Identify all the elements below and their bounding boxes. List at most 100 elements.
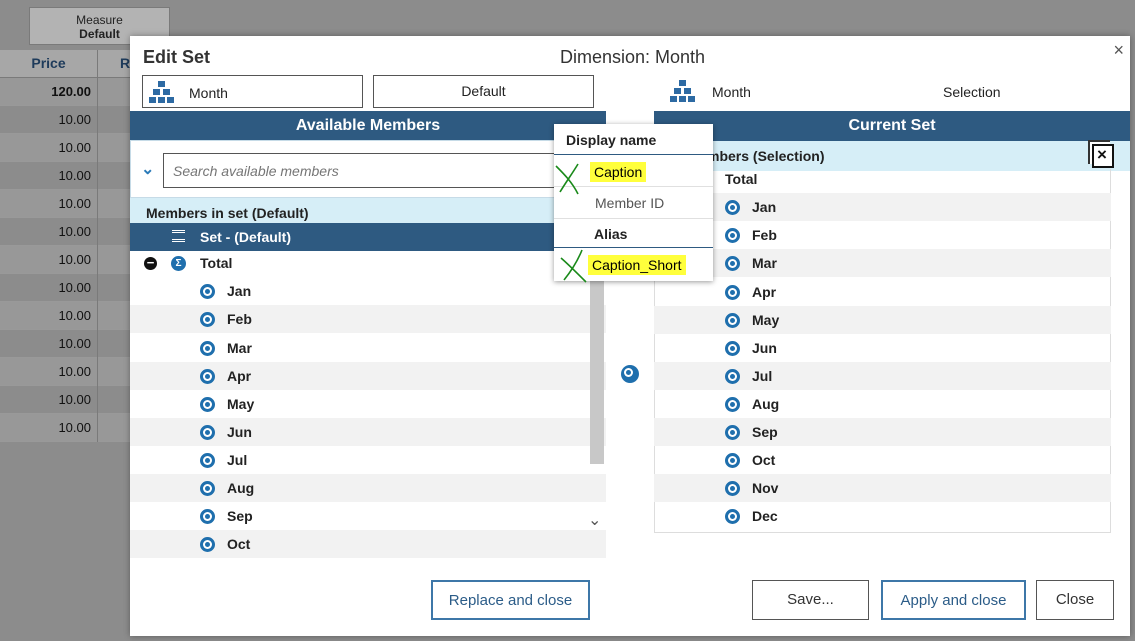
search-input[interactable] [163,153,563,188]
member-label: Jun [752,340,777,356]
member-label: Oct [227,536,251,552]
member-bullet-icon [200,284,215,299]
hierarchy-icon [149,81,175,103]
grid-cell[interactable]: 10.00 [0,106,98,134]
member-bullet-icon [200,481,215,496]
chevron-down-icon[interactable]: ⌄ [141,159,154,179]
member-label: Nov [752,480,779,496]
collapse-icon[interactable]: − [144,256,157,270]
available-members-header: Available Members [130,111,606,141]
selection-mode-label: Selection [943,84,1001,100]
list-item[interactable]: Aug [130,474,606,502]
member-label: Feb [752,227,777,243]
measure-value: Default [79,27,120,41]
member-label: Sep [752,424,778,440]
caption-short-label: Caption_Short [588,255,686,275]
grid-cell[interactable]: 10.00 [0,218,98,246]
grid-cell[interactable]: 10.00 [0,330,98,358]
list-item[interactable]: May [654,306,1111,334]
list-item[interactable]: Feb [130,305,606,333]
member-label: Aug [227,480,255,496]
member-bullet-icon [725,313,740,328]
grid-cell[interactable]: 10.00 [0,358,98,386]
right-hierarchy-label: Month [712,84,751,100]
display-name-header: Display name [554,125,713,155]
hierarchy-label: Month [189,85,228,101]
list-item[interactable]: May [130,390,606,418]
member-label: Dec [752,508,778,524]
dimension-label: Dimension: Month [560,47,706,67]
member-label: Jan [752,199,777,215]
member-bullet-icon [725,453,740,468]
sum-icon: Σ [171,256,186,271]
close-icon[interactable]: × [1113,40,1124,61]
member-bullet-icon [725,341,740,356]
member-label: May [752,312,780,328]
grid-cell[interactable]: 120.00 [0,78,98,106]
grid-cell[interactable]: 10.00 [0,274,98,302]
list-item[interactable]: Apr [654,278,1111,306]
member-label: May [227,396,255,412]
set-label: Set - (Default) [200,229,291,245]
list-item[interactable]: Apr [130,362,606,390]
check-mark-icon [560,249,587,283]
member-bullet-icon [725,369,740,384]
view-selector[interactable]: Default [373,75,594,108]
replace-and-close-button[interactable]: Replace and close [431,580,590,620]
list-item[interactable]: Jul [130,446,606,474]
set-row[interactable]: Set - (Default) [130,223,606,251]
list-item[interactable]: Jan [130,277,606,305]
measure-label: Measure [76,13,123,27]
grid-cell[interactable]: 10.00 [0,190,98,218]
list-item[interactable]: Jun [130,418,606,446]
list-item[interactable]: Jun [654,334,1111,362]
member-bullet-icon [200,425,215,440]
member-label: Mar [227,340,252,356]
list-item[interactable]: Dec [654,502,1111,530]
apply-and-close-button[interactable]: Apply and close [881,580,1026,620]
member-label: Jul [752,368,773,384]
alias-header: Alias [554,218,713,248]
list-item[interactable]: Sep [130,502,606,530]
member-bullet-icon [725,228,740,243]
grid-cell[interactable]: 10.00 [0,386,98,414]
check-mark-icon [555,163,579,195]
member-bullet-icon [725,256,740,271]
member-bullet-icon [200,341,215,356]
member-bullet-icon [725,509,740,524]
member-label: Apr [752,284,777,300]
list-item[interactable]: Feb [654,221,1111,249]
total-label: Total [725,171,758,187]
member-bullet-icon [200,312,215,327]
member-bullet-icon [725,481,740,496]
r-column-header[interactable]: R [100,50,130,76]
total-label: Total [200,255,233,271]
total-row[interactable]: Total [654,165,1111,193]
grid-cell[interactable]: 10.00 [0,246,98,274]
list-item[interactable]: Jan [654,193,1111,221]
save-button[interactable]: Save... [752,580,869,620]
scrollbar[interactable] [590,280,604,464]
member-label: Sep [227,508,253,524]
grid-cell[interactable]: 10.00 [0,134,98,162]
close-button[interactable]: Close [1036,580,1114,620]
list-item[interactable]: Nov [654,474,1111,502]
list-item[interactable]: Sep [654,418,1111,446]
list-item[interactable]: Mar [654,249,1111,277]
list-item[interactable]: Oct [654,446,1111,474]
grid-cell[interactable]: 10.00 [0,302,98,330]
list-item[interactable]: Aug [654,390,1111,418]
move-member-icon[interactable] [621,365,639,383]
list-item[interactable]: Oct [130,530,606,558]
grid-cell[interactable]: 10.00 [0,162,98,190]
view-label: Default [461,83,506,99]
member-bullet-icon [725,397,740,412]
grid-cell[interactable]: 10.00 [0,414,98,442]
list-item[interactable]: Mar [130,334,606,362]
total-row[interactable]: − Σ Total [130,249,606,277]
price-column-header[interactable]: Price [0,50,98,78]
list-item[interactable]: Jul [654,362,1111,390]
member-label: Feb [227,311,252,327]
hierarchy-selector[interactable]: Month [142,75,363,108]
scroll-down-icon[interactable]: ⌄ [588,510,601,530]
